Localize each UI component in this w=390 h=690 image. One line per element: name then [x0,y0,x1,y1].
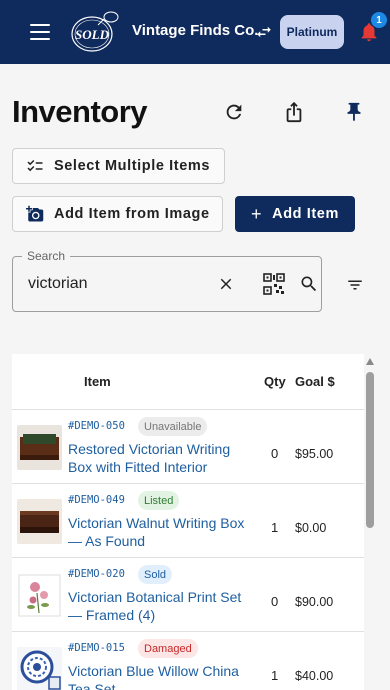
item-thumbnail[interactable] [17,425,62,470]
checklist-icon [27,159,43,172]
plus-icon: + [251,203,263,224]
item-qty: 0 [271,594,279,609]
notification-count-badge: 1 [371,12,387,28]
tier-badge[interactable]: Platinum [280,15,344,49]
add-from-image-button[interactable]: Add Item from Image [12,196,223,232]
table-row[interactable]: #DEMO-050 Unavailable Restored Victorian… [12,410,364,484]
sold-logo: SOLD [71,11,119,52]
qr-scan-icon[interactable] [263,273,285,295]
select-multiple-label: Select Multiple Items [54,158,211,174]
refresh-button[interactable] [220,98,248,126]
item-sku: #DEMO-050 [68,420,125,432]
item-name-link[interactable]: Victorian Walnut Writing Box — As Found [68,514,253,550]
search-input[interactable]: victorian [28,275,88,293]
item-sku: #DEMO-020 [68,568,125,580]
item-thumbnail[interactable] [17,647,62,690]
pin-button[interactable] [340,98,368,126]
item-qty: 1 [271,668,279,683]
column-header-item[interactable]: Item [84,374,111,389]
item-goal: $0.00 [295,521,327,535]
item-name-link[interactable]: Restored Victorian Writing Box with Fitt… [68,440,253,476]
scroll-thumb[interactable] [366,372,374,528]
item-name-link[interactable]: Victorian Botanical Print Set — Framed (… [68,588,253,624]
item-qty: 0 [271,446,279,461]
scroll-up-arrow-icon[interactable] [366,358,374,365]
item-goal: $90.00 [295,595,334,609]
status-badge: Unavailable [138,417,208,436]
brand-name[interactable]: Vintage Finds Co. [132,22,258,39]
item-name-link[interactable]: Victorian Blue Willow China Tea Set [68,662,253,690]
menu-icon[interactable] [30,24,50,40]
share-icon [286,101,302,123]
item-sku: #DEMO-049 [68,494,125,506]
clear-icon[interactable] [217,275,235,293]
item-sku: #DEMO-015 [68,642,125,654]
item-thumbnail[interactable] [17,499,62,544]
page-title: Inventory [12,94,148,129]
item-goal: $95.00 [295,447,334,461]
add-item-label: Add Item [272,206,339,222]
swap-horiz-icon[interactable] [255,23,273,41]
item-qty: 1 [271,520,279,535]
table-row[interactable]: #DEMO-015 Damaged Victorian Blue Willow … [12,632,364,690]
add-item-button[interactable]: + Add Item [235,196,355,232]
app-bar: SOLD Vintage Finds Co. Platinum 1 [0,0,390,64]
svg-text:SOLD: SOLD [75,27,110,42]
export-button[interactable] [280,98,308,126]
select-multiple-button[interactable]: Select Multiple Items [12,148,225,184]
refresh-icon [226,104,242,120]
status-badge: Sold [138,565,173,584]
table-row[interactable]: #DEMO-020 Sold Victorian Botanical Print… [12,558,364,632]
status-badge: Listed [138,491,180,510]
search-icon[interactable] [299,274,319,294]
add-photo-icon [26,205,44,222]
item-thumbnail[interactable] [17,573,62,618]
search-label: Search [22,249,71,263]
status-badge: Damaged [138,639,198,658]
pin-icon [347,102,361,122]
column-header-qty[interactable]: Qty [264,374,286,389]
add-from-image-label: Add Item from Image [54,206,210,222]
table-row[interactable]: #DEMO-049 Listed Victorian Walnut Writin… [12,484,364,558]
item-goal: $40.00 [295,669,334,683]
column-header-goal[interactable]: Goal $ [295,374,335,389]
filter-list-icon[interactable] [345,276,365,294]
